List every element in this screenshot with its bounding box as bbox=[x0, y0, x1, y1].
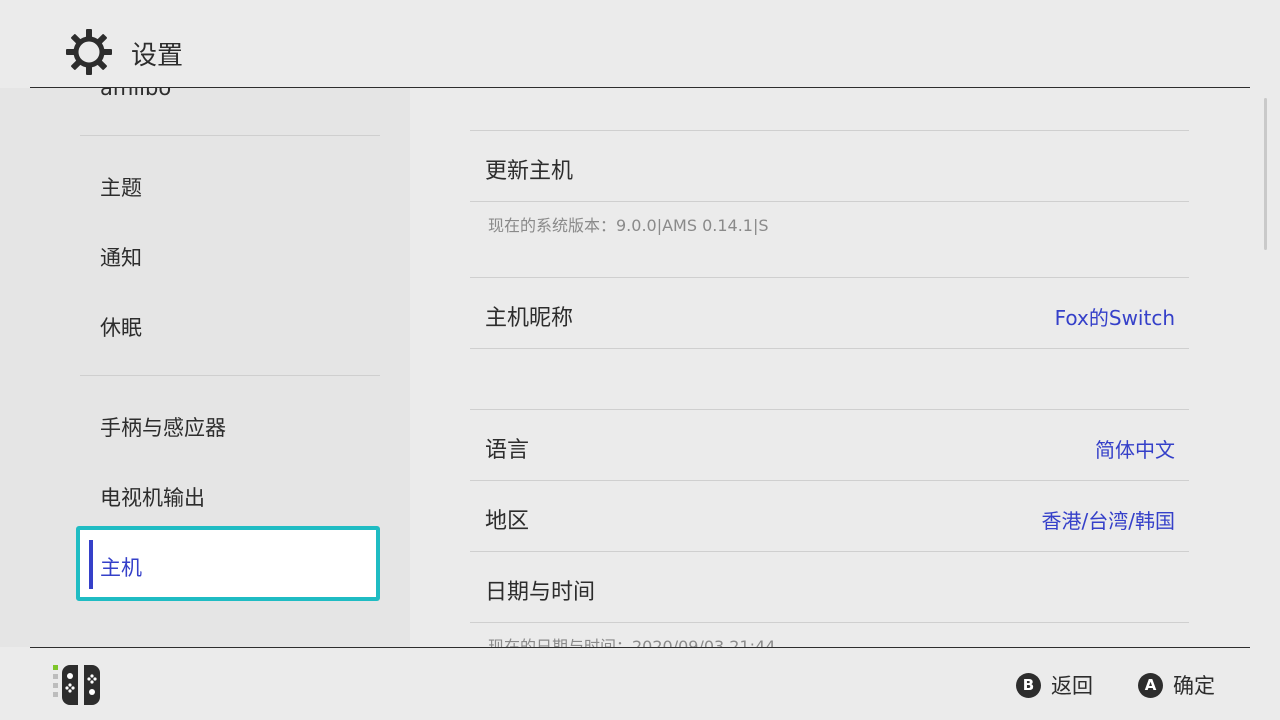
system-version-text: 现在的系统版本：9.0.0|AMS 0.14.1|S bbox=[488, 216, 769, 235]
row-divider bbox=[470, 480, 1189, 481]
controller-icon bbox=[53, 665, 100, 705]
sidebar-item-theme[interactable]: 主题 bbox=[100, 172, 142, 202]
row-divider bbox=[470, 201, 1189, 202]
row-divider bbox=[470, 277, 1189, 278]
back-label: 返回 bbox=[1051, 674, 1093, 698]
sidebar-divider bbox=[80, 135, 380, 136]
language-row[interactable]: 语言 bbox=[485, 432, 529, 464]
system-update-row[interactable]: 更新主机 bbox=[485, 153, 573, 185]
console-nickname-row[interactable]: 主机昵称 bbox=[485, 300, 573, 332]
sidebar-item-sleep[interactable]: 休眠 bbox=[100, 312, 142, 342]
date-time-row[interactable]: 日期与时间 bbox=[485, 574, 595, 606]
settings-panel: 更新主机 现在的系统版本：9.0.0|AMS 0.14.1|S 主机昵称 Fox… bbox=[410, 88, 1250, 647]
sidebar-item-label: 主机 bbox=[100, 556, 142, 580]
header: 设置 bbox=[0, 0, 1280, 88]
language-value: 简体中文 bbox=[1095, 438, 1175, 462]
sidebar-item-controllers[interactable]: 手柄与感应器 bbox=[100, 412, 226, 442]
sidebar-item-system[interactable]: 主机 bbox=[76, 526, 380, 601]
scrollbar-thumb[interactable] bbox=[1264, 98, 1267, 250]
confirm-label: 确定 bbox=[1173, 674, 1215, 698]
gear-icon bbox=[66, 29, 112, 75]
back-hint[interactable]: B 返回 bbox=[1016, 672, 1093, 698]
confirm-hint[interactable]: A 确定 bbox=[1138, 672, 1215, 698]
row-divider bbox=[470, 130, 1189, 131]
sidebar-divider bbox=[80, 375, 380, 376]
row-divider bbox=[470, 551, 1189, 552]
region-value: 香港/台湾/韩国 bbox=[1041, 509, 1175, 533]
sidebar: amiibo 主题 通知 休眠 手柄与感应器 电视机输出 主机 bbox=[0, 88, 410, 647]
footer-divider bbox=[30, 647, 1250, 648]
row-divider bbox=[470, 348, 1189, 349]
row-divider bbox=[470, 409, 1189, 410]
sidebar-item-amiibo[interactable]: amiibo bbox=[100, 88, 171, 100]
b-button-icon: B bbox=[1016, 672, 1041, 698]
a-button-icon: A bbox=[1138, 672, 1163, 698]
current-date-time-text: 现在的日期与时间：2020/09/03 21:44 bbox=[488, 637, 776, 647]
region-row[interactable]: 地区 bbox=[485, 503, 529, 535]
selection-indicator bbox=[89, 540, 93, 589]
page-title: 设置 bbox=[131, 41, 184, 71]
console-nickname-value: Fox的Switch bbox=[1054, 306, 1175, 330]
sidebar-item-tv-output[interactable]: 电视机输出 bbox=[100, 482, 205, 512]
sidebar-item-notifications[interactable]: 通知 bbox=[100, 242, 142, 272]
row-divider bbox=[470, 622, 1189, 623]
